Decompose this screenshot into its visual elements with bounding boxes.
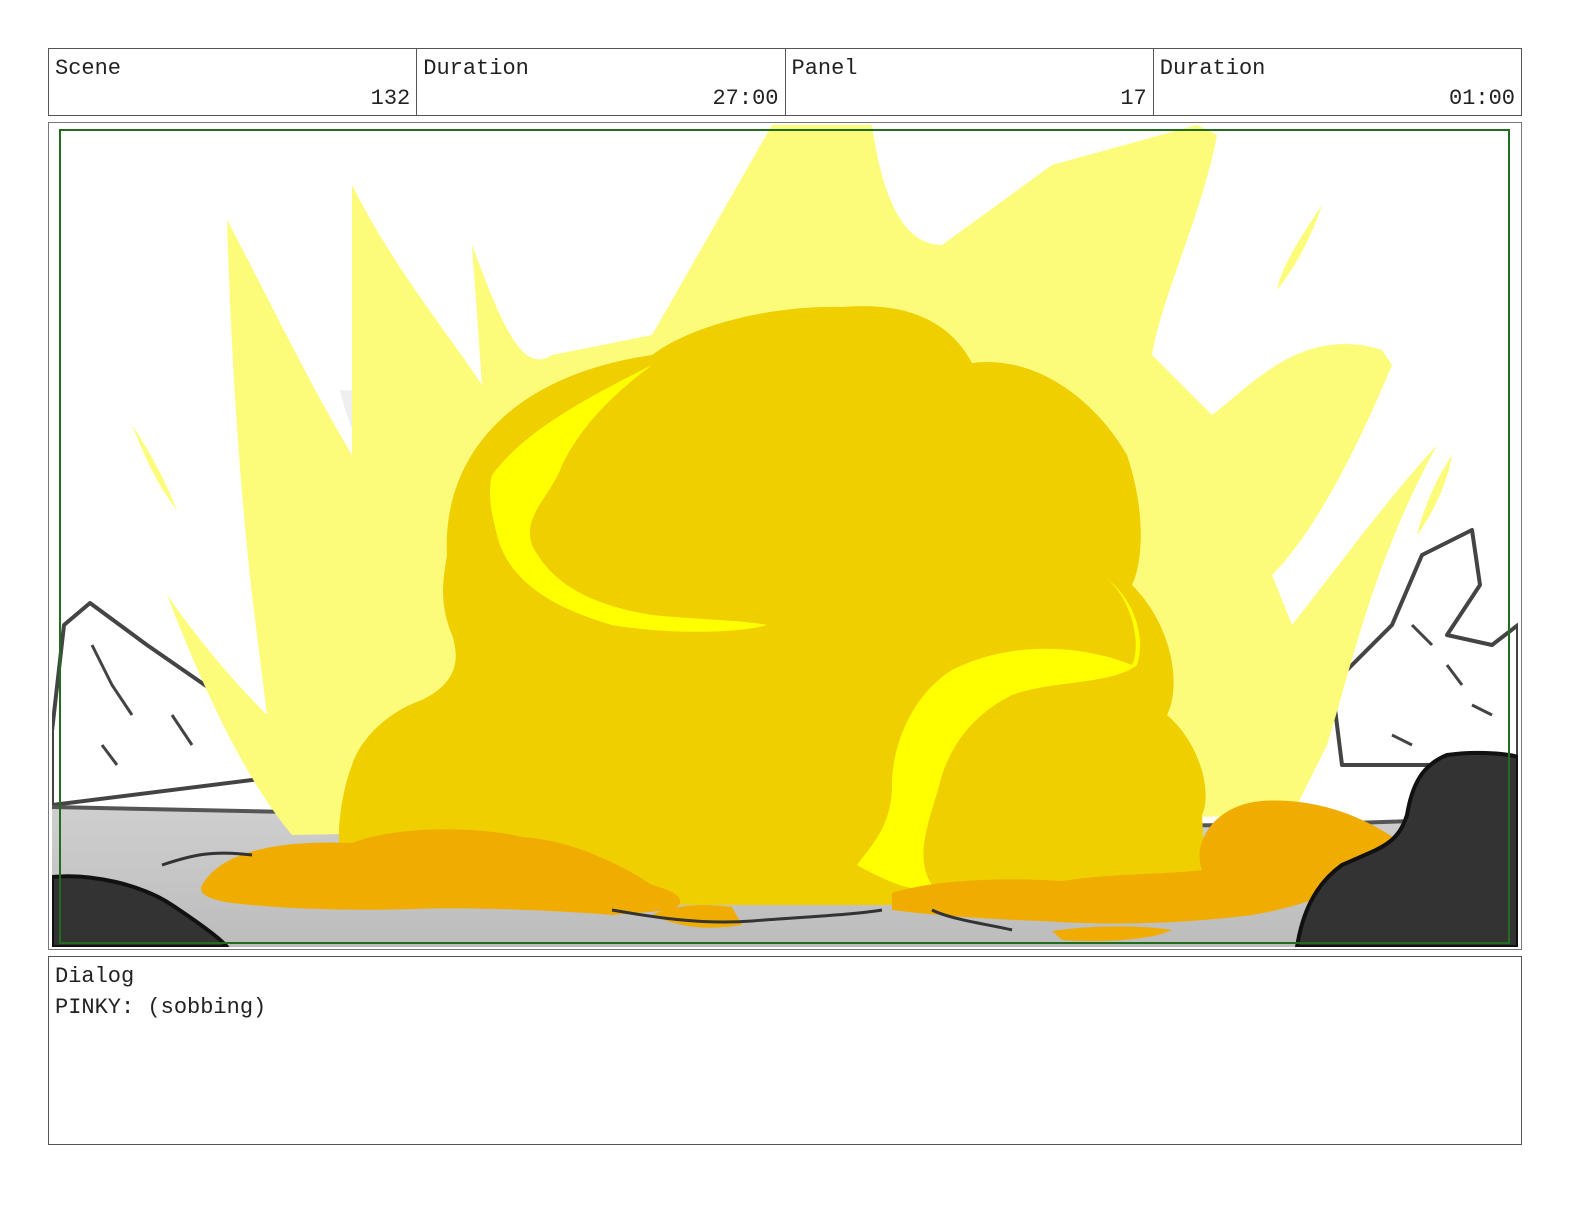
scene-label: Scene xyxy=(55,56,122,81)
scene-number[interactable]: 132 xyxy=(371,86,411,111)
panel-duration-cell: Duration 01:00 xyxy=(1154,49,1521,115)
scene-duration-cell: Duration 27:00 xyxy=(417,49,786,115)
explosion-drawing xyxy=(52,125,1518,947)
panel-duration-label: Duration xyxy=(1159,56,1266,81)
panel-duration-value[interactable]: 01:00 xyxy=(1449,86,1515,111)
panel-label: Panel xyxy=(791,56,858,81)
dialog-box: Dialog PINKY: (sobbing) xyxy=(48,956,1522,1145)
scene-duration-label: Duration xyxy=(423,56,529,81)
panel-header: Scene 132 Duration 27:00 Panel 17 Durati… xyxy=(48,48,1522,116)
scene-cell: Scene 132 xyxy=(49,49,418,115)
panel-artwork[interactable] xyxy=(52,125,1518,947)
panel-cell: Panel 17 xyxy=(786,49,1154,115)
panel-number[interactable]: 17 xyxy=(1120,86,1146,111)
dialog-label: Dialog xyxy=(55,964,135,989)
dialog-text[interactable]: PINKY: (sobbing) xyxy=(55,995,266,1020)
scene-duration-value[interactable]: 27:00 xyxy=(712,86,778,111)
